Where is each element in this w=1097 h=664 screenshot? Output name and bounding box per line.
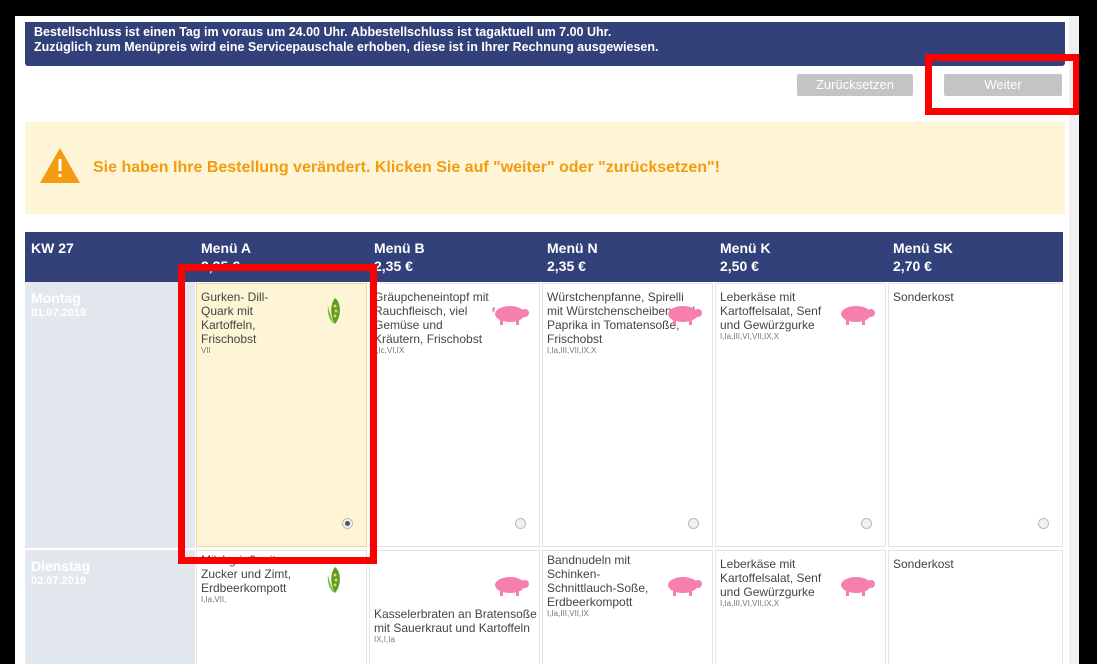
menu-sk-header: Menü SK 2,70 € bbox=[887, 232, 1063, 282]
week-header: KW 27 bbox=[25, 232, 195, 282]
day-date: 02.07.2019 bbox=[31, 575, 87, 587]
meal-description: Kasselerbraten an Bratensoße mit Sauerkr… bbox=[374, 607, 537, 635]
notice-banner: Bestellschluss ist einen Tag im voraus u… bbox=[25, 22, 1065, 66]
meal-text: Leberkäse mit Kartoffelsalat, Senf und G… bbox=[720, 557, 832, 609]
meal-cell-mon-sk[interactable]: Sonderkost bbox=[888, 283, 1063, 547]
notice-line-1: Bestellschluss ist einen Tag im voraus u… bbox=[34, 25, 612, 39]
menu-n-price: 2,35 € bbox=[547, 258, 586, 274]
meal-description: Leberkäse mit Kartoffelsalat, Senf und G… bbox=[720, 290, 822, 332]
meal-cell-mon-n[interactable]: Würstchenpfanne, Spirelli mit Würstchens… bbox=[542, 283, 713, 547]
menu-b-name: Menü B bbox=[374, 240, 425, 256]
notice-line-2: Zuzüglich zum Menüpreis wird eine Servic… bbox=[34, 40, 659, 54]
reset-button[interactable]: Zurücksetzen bbox=[797, 74, 913, 96]
meal-allergens: I,Ia,III,VII,IX,X bbox=[547, 346, 597, 355]
pig-icon bbox=[492, 306, 529, 325]
menu-sk-name: Menü SK bbox=[893, 240, 953, 256]
meal-allergens: IX,I,Ia bbox=[374, 635, 395, 644]
warning-text: Sie haben Ihre Bestellung verändert. Kli… bbox=[93, 159, 720, 176]
warning-triangle-icon bbox=[40, 148, 80, 183]
day-name: Dienstag bbox=[31, 558, 91, 574]
pig-icon bbox=[668, 306, 702, 325]
meal-text: Kasselerbraten an Bratensoße mit Sauerkr… bbox=[374, 607, 539, 645]
page: Bestellschluss ist einen Tag im voraus u… bbox=[15, 16, 1079, 664]
meal-cell-mon-b[interactable]: Gräupcheneintopf mit Rauchfleisch, viel … bbox=[369, 283, 540, 547]
meal-description: Sonderkost bbox=[893, 290, 954, 304]
pig-icon bbox=[495, 577, 529, 596]
meal-cell-tue-n[interactable]: Bandnudeln mit Schinken-Schnittlauch-Soß… bbox=[542, 550, 713, 664]
meal-cell-tue-k[interactable]: Leberkäse mit Kartoffelsalat, Senf und G… bbox=[715, 550, 886, 664]
corn-icon bbox=[327, 567, 340, 593]
menu-b-price: 2,35 € bbox=[374, 258, 413, 274]
meal-radio[interactable] bbox=[1038, 518, 1049, 529]
meal-allergens: I,Ic,VI,IX bbox=[374, 346, 405, 355]
meal-radio[interactable] bbox=[515, 518, 526, 529]
meal-description: Sonderkost bbox=[893, 557, 954, 571]
meal-cell-tue-sk[interactable]: Sonderkost bbox=[888, 550, 1063, 664]
meal-description: Leberkäse mit Kartoffelsalat, Senf und G… bbox=[720, 557, 822, 599]
meal-allergens: I,Ia,III,VI,VII,IX,X bbox=[720, 599, 780, 608]
menu-b-header: Menü B 2,35 € bbox=[368, 232, 541, 282]
warning-banner: Sie haben Ihre Bestellung verändert. Kli… bbox=[25, 122, 1065, 214]
day-date: 01.07.2019 bbox=[31, 307, 87, 319]
day-label-tuesday: Dienstag 02.07.2019 bbox=[25, 550, 195, 664]
pig-icon bbox=[668, 577, 702, 596]
highlight-box-next bbox=[925, 54, 1079, 115]
week-label: KW 27 bbox=[31, 240, 74, 256]
meal-text: Gräupcheneintopf mit Rauchfleisch, viel … bbox=[374, 290, 494, 356]
meal-text: Sonderkost bbox=[893, 557, 1011, 571]
menu-k-price: 2,50 € bbox=[720, 258, 759, 274]
meal-description: Gräupcheneintopf mit Rauchfleisch, viel … bbox=[374, 290, 489, 346]
menu-n-name: Menü N bbox=[547, 240, 598, 256]
menu-sk-price: 2,70 € bbox=[893, 258, 932, 274]
meal-cell-mon-k[interactable]: Leberkäse mit Kartoffelsalat, Senf und G… bbox=[715, 283, 886, 547]
meal-text: Bandnudeln mit Schinken-Schnittlauch-Soß… bbox=[547, 553, 652, 619]
meal-allergens: I,Ia,III,VI,VII,IX,X bbox=[720, 332, 780, 341]
highlight-box-menu-a bbox=[178, 264, 377, 564]
meal-allergens: I,Ia,III,VII,IX bbox=[547, 609, 589, 618]
meal-radio[interactable] bbox=[861, 518, 872, 529]
menu-k-header: Menü K 2,50 € bbox=[714, 232, 887, 282]
meal-text: Leberkäse mit Kartoffelsalat, Senf und G… bbox=[720, 290, 832, 342]
meal-allergens: I,Ia,VII, bbox=[201, 595, 227, 604]
meal-cell-tue-b[interactable]: Kasselerbraten an Bratensoße mit Sauerkr… bbox=[369, 550, 540, 664]
pig-icon bbox=[841, 577, 875, 596]
day-name: Montag bbox=[31, 290, 81, 306]
menu-n-header: Menü N 2,35 € bbox=[541, 232, 714, 282]
meal-text: Sonderkost bbox=[893, 290, 1011, 304]
meal-radio[interactable] bbox=[688, 518, 699, 529]
meal-cell-tue-a[interactable]: Milchgrieß mit Zucker und Zimt, Erdbeerk… bbox=[196, 550, 367, 664]
pig-icon bbox=[841, 306, 875, 325]
meal-description: Bandnudeln mit Schinken-Schnittlauch-Soß… bbox=[547, 553, 649, 609]
day-label-monday: Montag 01.07.2019 bbox=[25, 282, 195, 548]
menu-k-name: Menü K bbox=[720, 240, 771, 256]
menu-a-name: Menü A bbox=[201, 240, 252, 256]
